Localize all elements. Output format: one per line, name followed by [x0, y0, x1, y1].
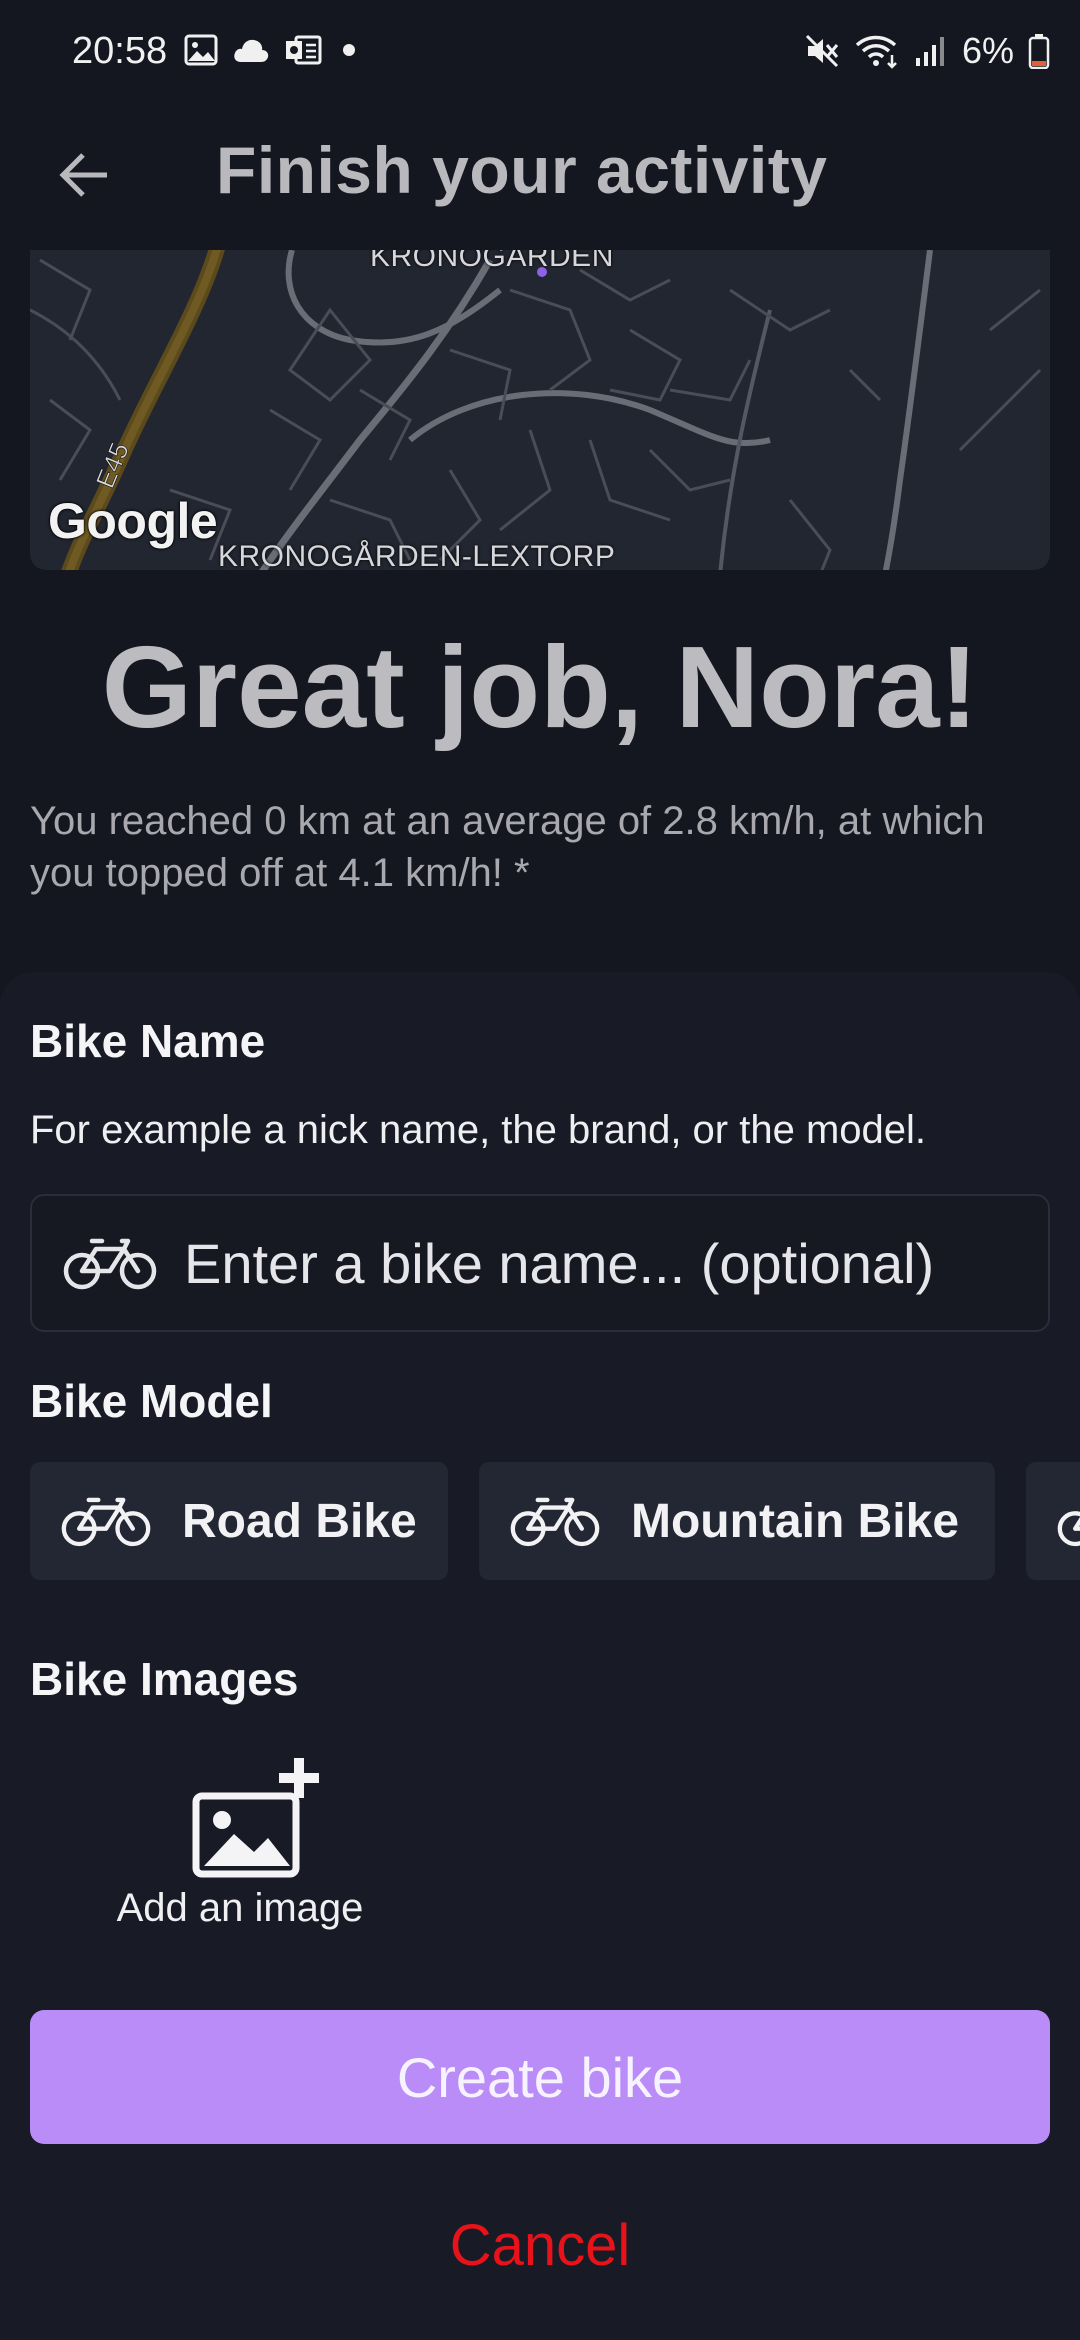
bicycle-icon: [63, 1238, 157, 1290]
wifi-icon: [855, 35, 897, 69]
create-bike-sheet: Bike Name For example a nick name, the b…: [0, 972, 1080, 2340]
add-image-button[interactable]: Add an image: [90, 1752, 390, 1942]
outlook-icon: [286, 35, 322, 65]
battery-icon: [1028, 34, 1050, 69]
add-image-icon: [192, 1758, 319, 1878]
bike-name-label: Bike Name: [30, 1015, 266, 1067]
model-chip-label: Road Bike: [182, 1494, 417, 1548]
bike-name-helper: For example a nick name, the brand, or t…: [30, 1108, 927, 1152]
activity-map[interactable]: E45 KRONOGÅRDEN Google KRONOGÅRDEN-LEXTO…: [30, 250, 1050, 570]
bike-images-label: Bike Images: [30, 1653, 299, 1705]
screen: 20:58 6% Finish your activity E45 KRONOG…: [0, 0, 1080, 2340]
bike-model-label: Bike Model: [30, 1375, 273, 1427]
mute-icon: [805, 34, 839, 68]
google-attribution: Google: [48, 493, 218, 549]
page-title: Finish your activity: [216, 133, 828, 207]
bicycle-icon: [510, 1497, 600, 1547]
greeting-heading: Great job, Nora!: [101, 622, 979, 752]
cancel-button[interactable]: Cancel: [0, 2212, 1080, 2279]
status-icons-right: 6%: [804, 30, 1050, 72]
map-area-label: KRONOGÅRDEN-LEXTORP: [218, 540, 616, 570]
status-bar: 20:58 6%: [0, 0, 1080, 110]
status-icons-left: [184, 34, 362, 66]
create-bike-button[interactable]: Create bike: [30, 2010, 1050, 2144]
bike-model-options[interactable]: Road Bike Mountain Bike: [30, 1462, 1080, 1580]
back-button[interactable]: [40, 130, 130, 220]
bike-name-placeholder: Enter a bike name... (optional): [184, 1231, 935, 1295]
signal-icon: [915, 37, 944, 66]
battery-percent: 6%: [961, 30, 1014, 71]
activity-summary: You reached 0 km at an average of 2.8 km…: [30, 799, 985, 895]
map-area-label-top: KRONOGÅRDEN: [370, 250, 614, 273]
app-bar: Finish your activity: [0, 110, 1080, 250]
dot-icon: [343, 44, 355, 56]
add-image-label: Add an image: [116, 1886, 364, 1930]
bicycle-icon: [1057, 1511, 1080, 1547]
model-chip-road-bike[interactable]: Road Bike: [30, 1462, 448, 1580]
bicycle-icon: [61, 1497, 151, 1547]
cloud-icon: [234, 39, 269, 62]
model-chip-label: Mountain Bike: [631, 1494, 960, 1548]
model-chip-mountain-bike[interactable]: Mountain Bike: [479, 1462, 995, 1580]
status-time: 20:58: [72, 30, 168, 72]
gallery-icon: [184, 34, 218, 66]
model-chip-more[interactable]: [1026, 1462, 1080, 1580]
bike-name-input[interactable]: Enter a bike name... (optional): [30, 1194, 1050, 1332]
arrow-left-icon: [59, 153, 107, 197]
